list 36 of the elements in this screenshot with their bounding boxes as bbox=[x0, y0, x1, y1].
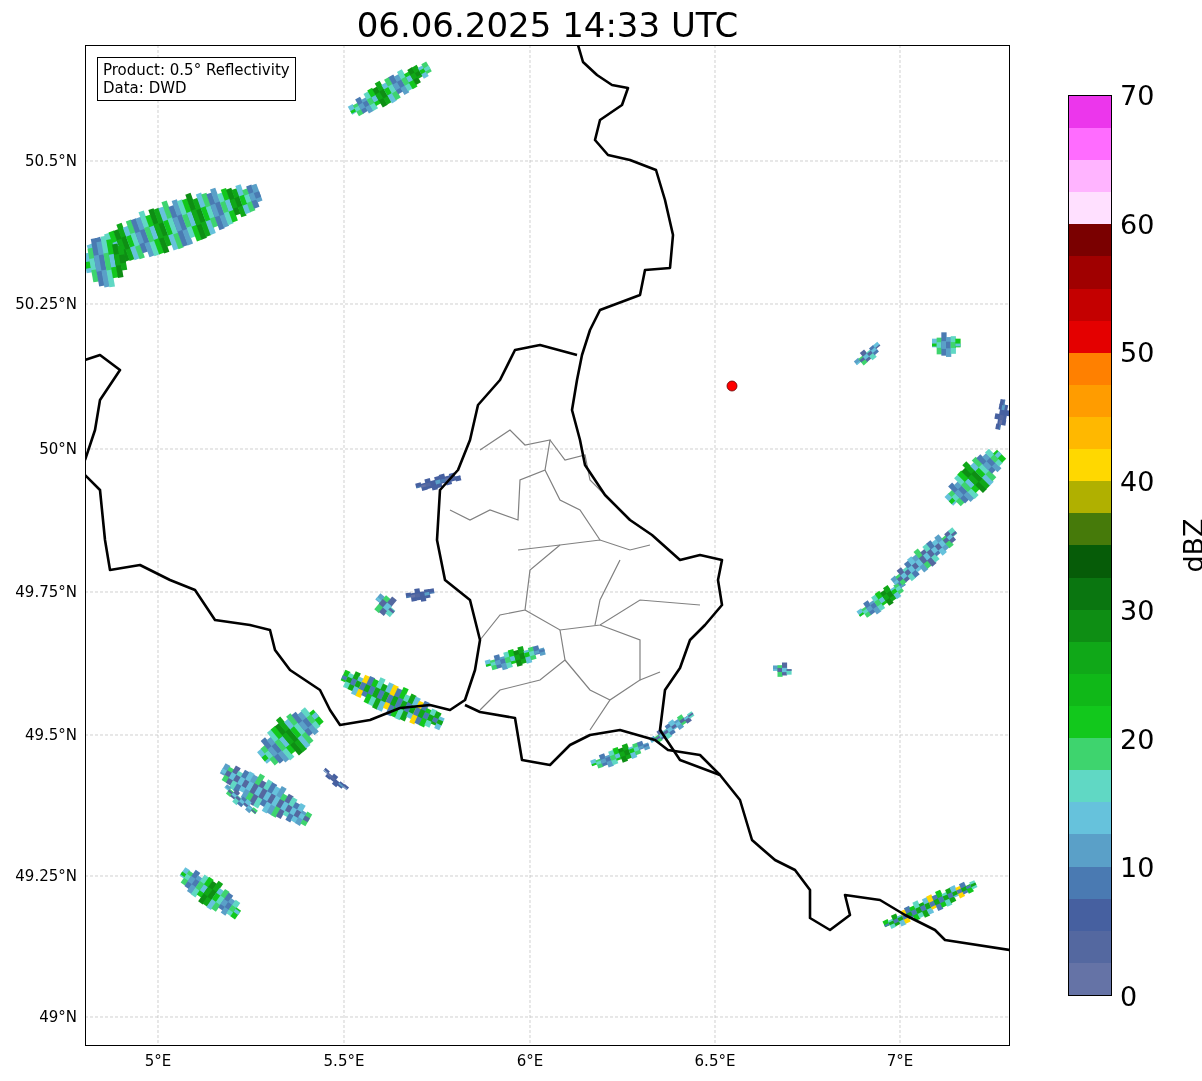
scale-tick-label: 70 bbox=[1120, 79, 1155, 111]
scale-tick-label: 10 bbox=[1120, 851, 1155, 883]
latitude-label: 49.25°N bbox=[15, 867, 77, 885]
scale-tick-label: 40 bbox=[1120, 465, 1155, 497]
legend-text: Data: DWD bbox=[103, 79, 188, 97]
rain-echo bbox=[944, 448, 1007, 507]
rain-echo bbox=[853, 341, 881, 366]
rain-echo bbox=[374, 593, 397, 618]
rain-echo bbox=[994, 398, 1009, 430]
chart-title: 06.06.2025 14:33 UTC bbox=[355, 4, 740, 45]
legend-text: Product: 0.5° Reflectivity bbox=[103, 61, 290, 79]
longitude-label: 6°E bbox=[516, 1052, 544, 1070]
latitude-label: 50.25°N bbox=[15, 295, 77, 313]
rain-echo bbox=[590, 740, 651, 769]
rain-echo bbox=[405, 588, 435, 602]
scale-tick-label: 50 bbox=[1120, 336, 1155, 368]
longitude-label: 7°E bbox=[886, 1052, 914, 1070]
rain-echo bbox=[773, 662, 792, 677]
rain-echo bbox=[649, 711, 695, 744]
scale-tick-label: 30 bbox=[1120, 594, 1155, 626]
latitude-label: 49.5°N bbox=[24, 726, 77, 744]
latitude-label: 49.75°N bbox=[15, 583, 77, 601]
rain-echo bbox=[179, 867, 242, 920]
scale-tick-label: 20 bbox=[1120, 723, 1155, 755]
scale-tick-label: 60 bbox=[1120, 208, 1155, 240]
longitude-label: 5.5°E bbox=[323, 1052, 365, 1070]
longitude-label: 6.5°E bbox=[694, 1052, 736, 1070]
rain-echo bbox=[415, 472, 462, 491]
longitude-label: 5°E bbox=[144, 1052, 172, 1070]
radar-site-marker bbox=[726, 380, 738, 392]
latitude-label: 50°N bbox=[39, 440, 77, 458]
rain-echo bbox=[932, 332, 961, 357]
latitude-label: 49°N bbox=[39, 1008, 77, 1026]
latitude-label: 50.5°N bbox=[24, 152, 77, 170]
scale-tick-label: 0 bbox=[1120, 980, 1138, 1012]
rain-echo bbox=[484, 645, 546, 671]
